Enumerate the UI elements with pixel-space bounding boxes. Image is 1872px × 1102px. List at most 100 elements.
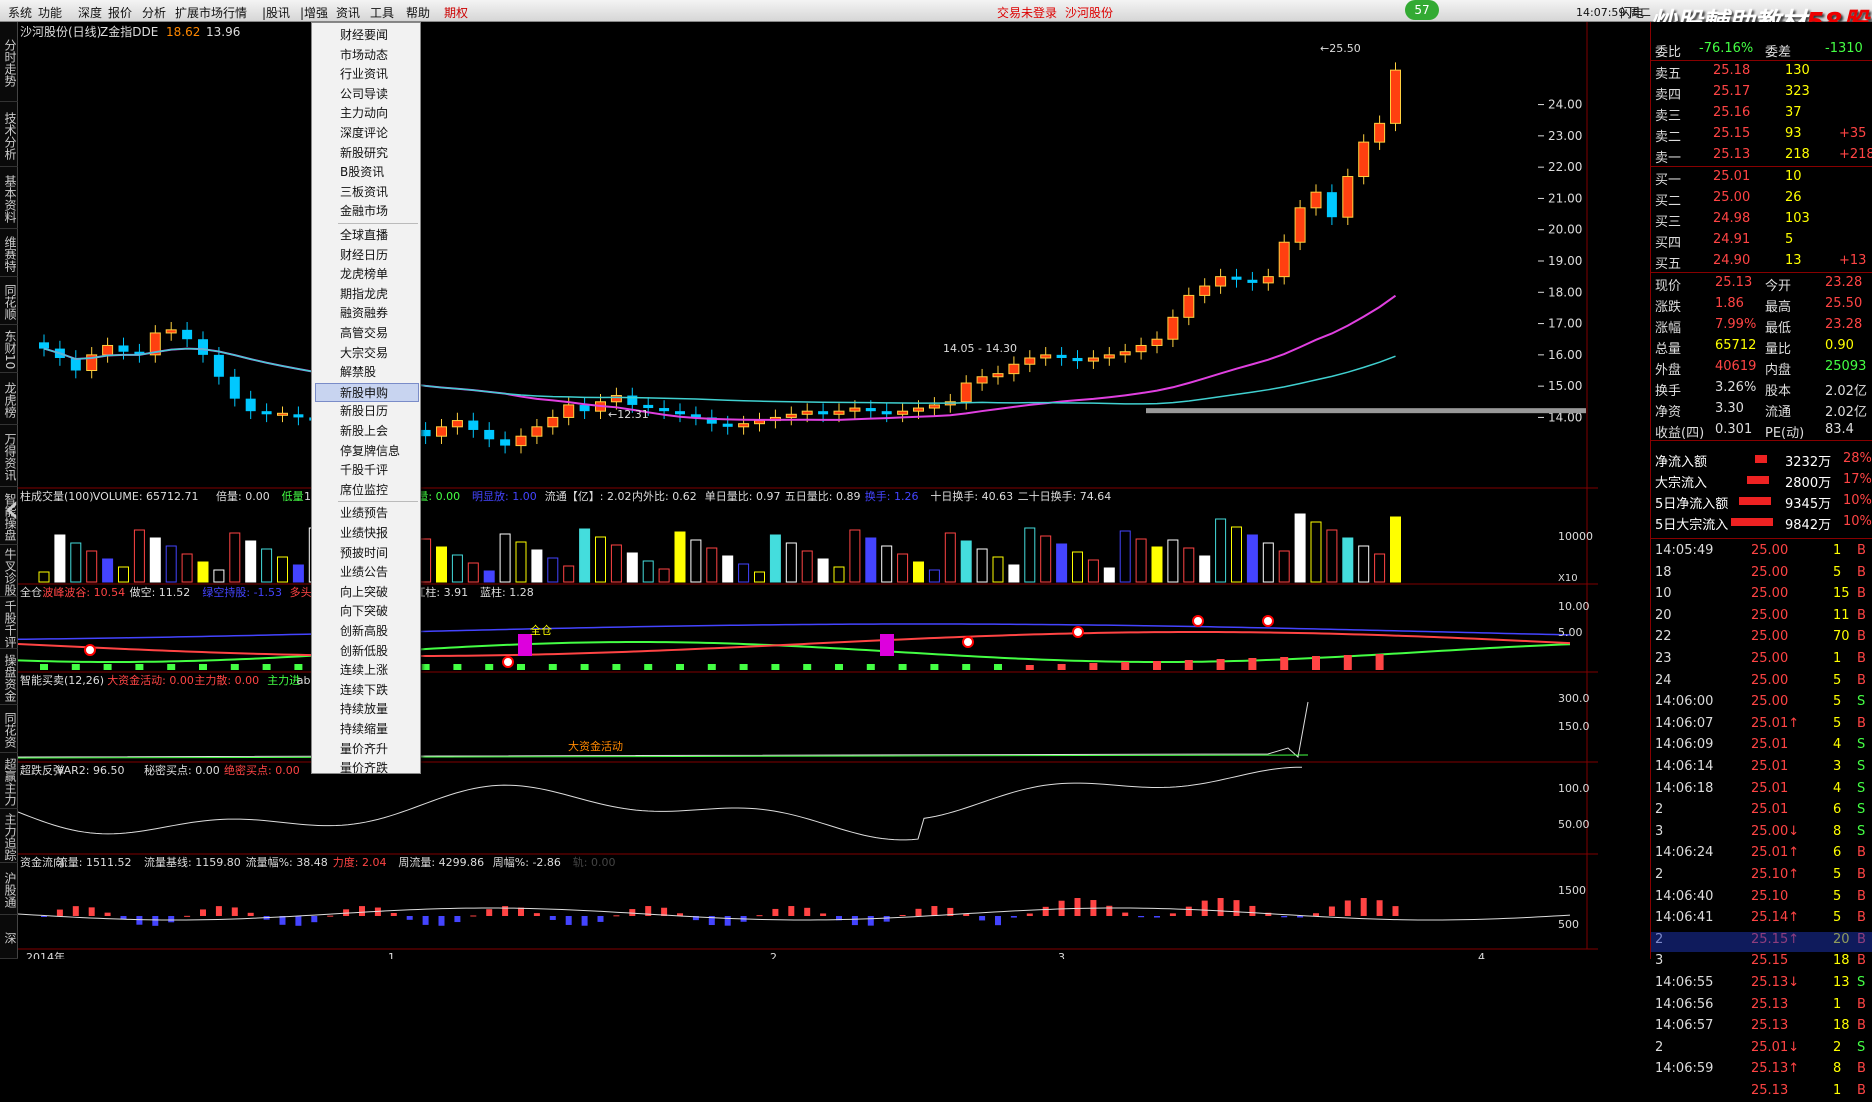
dropdown-item[interactable]: 量价齐跌	[340, 759, 418, 778]
candle[interactable]	[754, 412, 765, 432]
dropdown-item[interactable]: 创新高股	[340, 622, 418, 641]
dropdown-item[interactable]: 持续放量	[340, 700, 418, 719]
side-tab[interactable]: 深	[0, 915, 18, 959]
candle[interactable]	[1087, 350, 1099, 369]
candle[interactable]	[436, 418, 447, 445]
dropdown-item[interactable]: 三板资讯	[340, 183, 418, 202]
candle[interactable]	[118, 337, 129, 360]
candle[interactable]	[706, 409, 717, 432]
candle[interactable]	[1040, 347, 1052, 366]
dropdown-item[interactable]: 金融市场	[340, 202, 418, 221]
candle[interactable]	[1056, 347, 1067, 366]
dropdown-item[interactable]: 融资融券	[340, 304, 418, 323]
chart-canvas[interactable]: 24.00 23.00 22.00 21.00 20.00 19.00 18.00 17.00…	[18, 22, 1598, 959]
menu-item[interactable]: 期权	[444, 4, 468, 21]
menu-item[interactable]: 扩展市场行情	[175, 4, 247, 21]
side-tab[interactable]: 维赛特	[0, 229, 18, 277]
dropdown-item[interactable]: 新股上会	[340, 422, 418, 441]
candle[interactable]	[1215, 268, 1227, 294]
candle[interactable]	[451, 412, 463, 435]
dropdown-item[interactable]: 连续下跌	[340, 681, 418, 700]
dropdown-item[interactable]: 行业资讯	[340, 65, 418, 84]
side-tab[interactable]: 东财10	[0, 325, 18, 373]
kline-chart[interactable]: 24.00 23.00 22.00 21.00 20.00 19.00 18.00 17.00…	[18, 22, 1598, 959]
candle[interactable]	[1374, 115, 1386, 150]
candle[interactable]	[1135, 337, 1147, 360]
side-tab[interactable]: 超赢主力	[0, 753, 18, 809]
candle[interactable]	[1294, 199, 1306, 251]
menu-item[interactable]: 帮助	[406, 4, 430, 21]
candle[interactable]	[165, 322, 177, 341]
candle[interactable]	[690, 406, 701, 426]
dropdown-item[interactable]: 期指龙虎	[340, 285, 418, 304]
prev-arrow-icon[interactable]: ‹	[4, 486, 20, 532]
candle[interactable]	[1151, 331, 1163, 354]
candle[interactable]	[1231, 268, 1242, 288]
candle[interactable]	[468, 412, 479, 438]
dropdown-item[interactable]: 财经日历	[340, 246, 418, 265]
candle[interactable]	[928, 397, 940, 416]
candle[interactable]	[484, 422, 495, 448]
dropdown-item[interactable]: 新股研究	[340, 144, 418, 163]
dropdown-item[interactable]: 停复牌信息	[340, 442, 418, 461]
menu-item[interactable]: 系统	[8, 4, 32, 21]
candle[interactable]	[1390, 62, 1401, 132]
dropdown-item[interactable]: 持续缩量	[340, 720, 418, 739]
dropdown-item[interactable]: 量价齐升	[340, 740, 418, 759]
dropdown-item[interactable]: 财经要闻	[340, 26, 418, 45]
candle[interactable]	[500, 431, 511, 454]
candle[interactable]	[1358, 134, 1370, 185]
dropdown-item[interactable]: 业绩公告	[340, 563, 418, 582]
candle[interactable]	[182, 322, 193, 348]
menu-item[interactable]: 深度	[78, 4, 102, 21]
candle[interactable]	[149, 325, 161, 363]
dropdown-item[interactable]: 新股申购	[315, 382, 419, 402]
side-tab[interactable]: 技术分析	[0, 102, 18, 167]
dropdown-item[interactable]: 大宗交易	[340, 344, 418, 363]
menu-item[interactable]: 资讯	[336, 4, 360, 21]
dropdown-item[interactable]: 业绩预告	[340, 504, 418, 523]
dropdown-item[interactable]: 千股千评	[340, 461, 418, 480]
candle[interactable]	[659, 400, 670, 419]
dropdown-item[interactable]: 向上突破	[340, 583, 418, 602]
candle[interactable]	[960, 375, 972, 410]
dropdown-item[interactable]: 创新低股	[340, 642, 418, 661]
candle[interactable]	[515, 428, 527, 454]
candle[interactable]	[1326, 184, 1337, 226]
news-dropdown-menu[interactable]: 财经要闻 市场动态 行业资讯 公司导读 主力动向 深度评论 新股研究 B股资讯 三板资讯 金融市场…	[311, 22, 421, 775]
side-tab[interactable]: 万得资讯	[0, 425, 18, 487]
candle[interactable]	[531, 418, 543, 445]
side-tab[interactable]: 主力追踪	[0, 809, 18, 863]
dropdown-item[interactable]: 主力动向	[340, 104, 418, 123]
side-tab[interactable]: 分时走势	[0, 22, 18, 102]
side-tab[interactable]: 沪股通	[0, 863, 18, 915]
badge[interactable]: 57	[1405, 0, 1439, 20]
dropdown-item[interactable]: 业绩快报	[340, 524, 418, 543]
candle[interactable]	[547, 409, 559, 435]
candle[interactable]	[1262, 268, 1274, 291]
dropdown-item[interactable]: 公司导读	[340, 85, 418, 104]
dropdown-item[interactable]: 席位监控	[340, 481, 418, 500]
candle[interactable]	[229, 368, 240, 407]
candle[interactable]	[785, 406, 797, 426]
candle[interactable]	[102, 337, 114, 363]
candle[interactable]	[261, 403, 272, 423]
candle[interactable]	[976, 368, 988, 391]
dropdown-item[interactable]: 深度评论	[340, 124, 418, 143]
dropdown-item[interactable]: 向下突破	[340, 602, 418, 621]
dropdown-item[interactable]: 预披时间	[340, 544, 418, 563]
side-tab[interactable]: 牛叉诊股	[0, 545, 18, 597]
menu-item[interactable]: 功能	[38, 4, 62, 21]
candle[interactable]	[1183, 287, 1195, 326]
candle[interactable]	[245, 390, 256, 419]
dropdown-item[interactable]: 高管交易	[340, 324, 418, 343]
candle[interactable]	[70, 350, 81, 379]
candle[interactable]	[277, 406, 288, 423]
candle[interactable]	[1199, 278, 1211, 304]
menu-item[interactable]: 工具	[370, 4, 394, 21]
candle[interactable]	[1342, 168, 1354, 226]
dropdown-item[interactable]: 连续上涨	[340, 661, 418, 680]
dropdown-item[interactable]: 新股日历	[340, 402, 418, 421]
candle[interactable]	[1247, 271, 1258, 291]
dropdown-item[interactable]: 龙虎榜单	[340, 265, 418, 284]
